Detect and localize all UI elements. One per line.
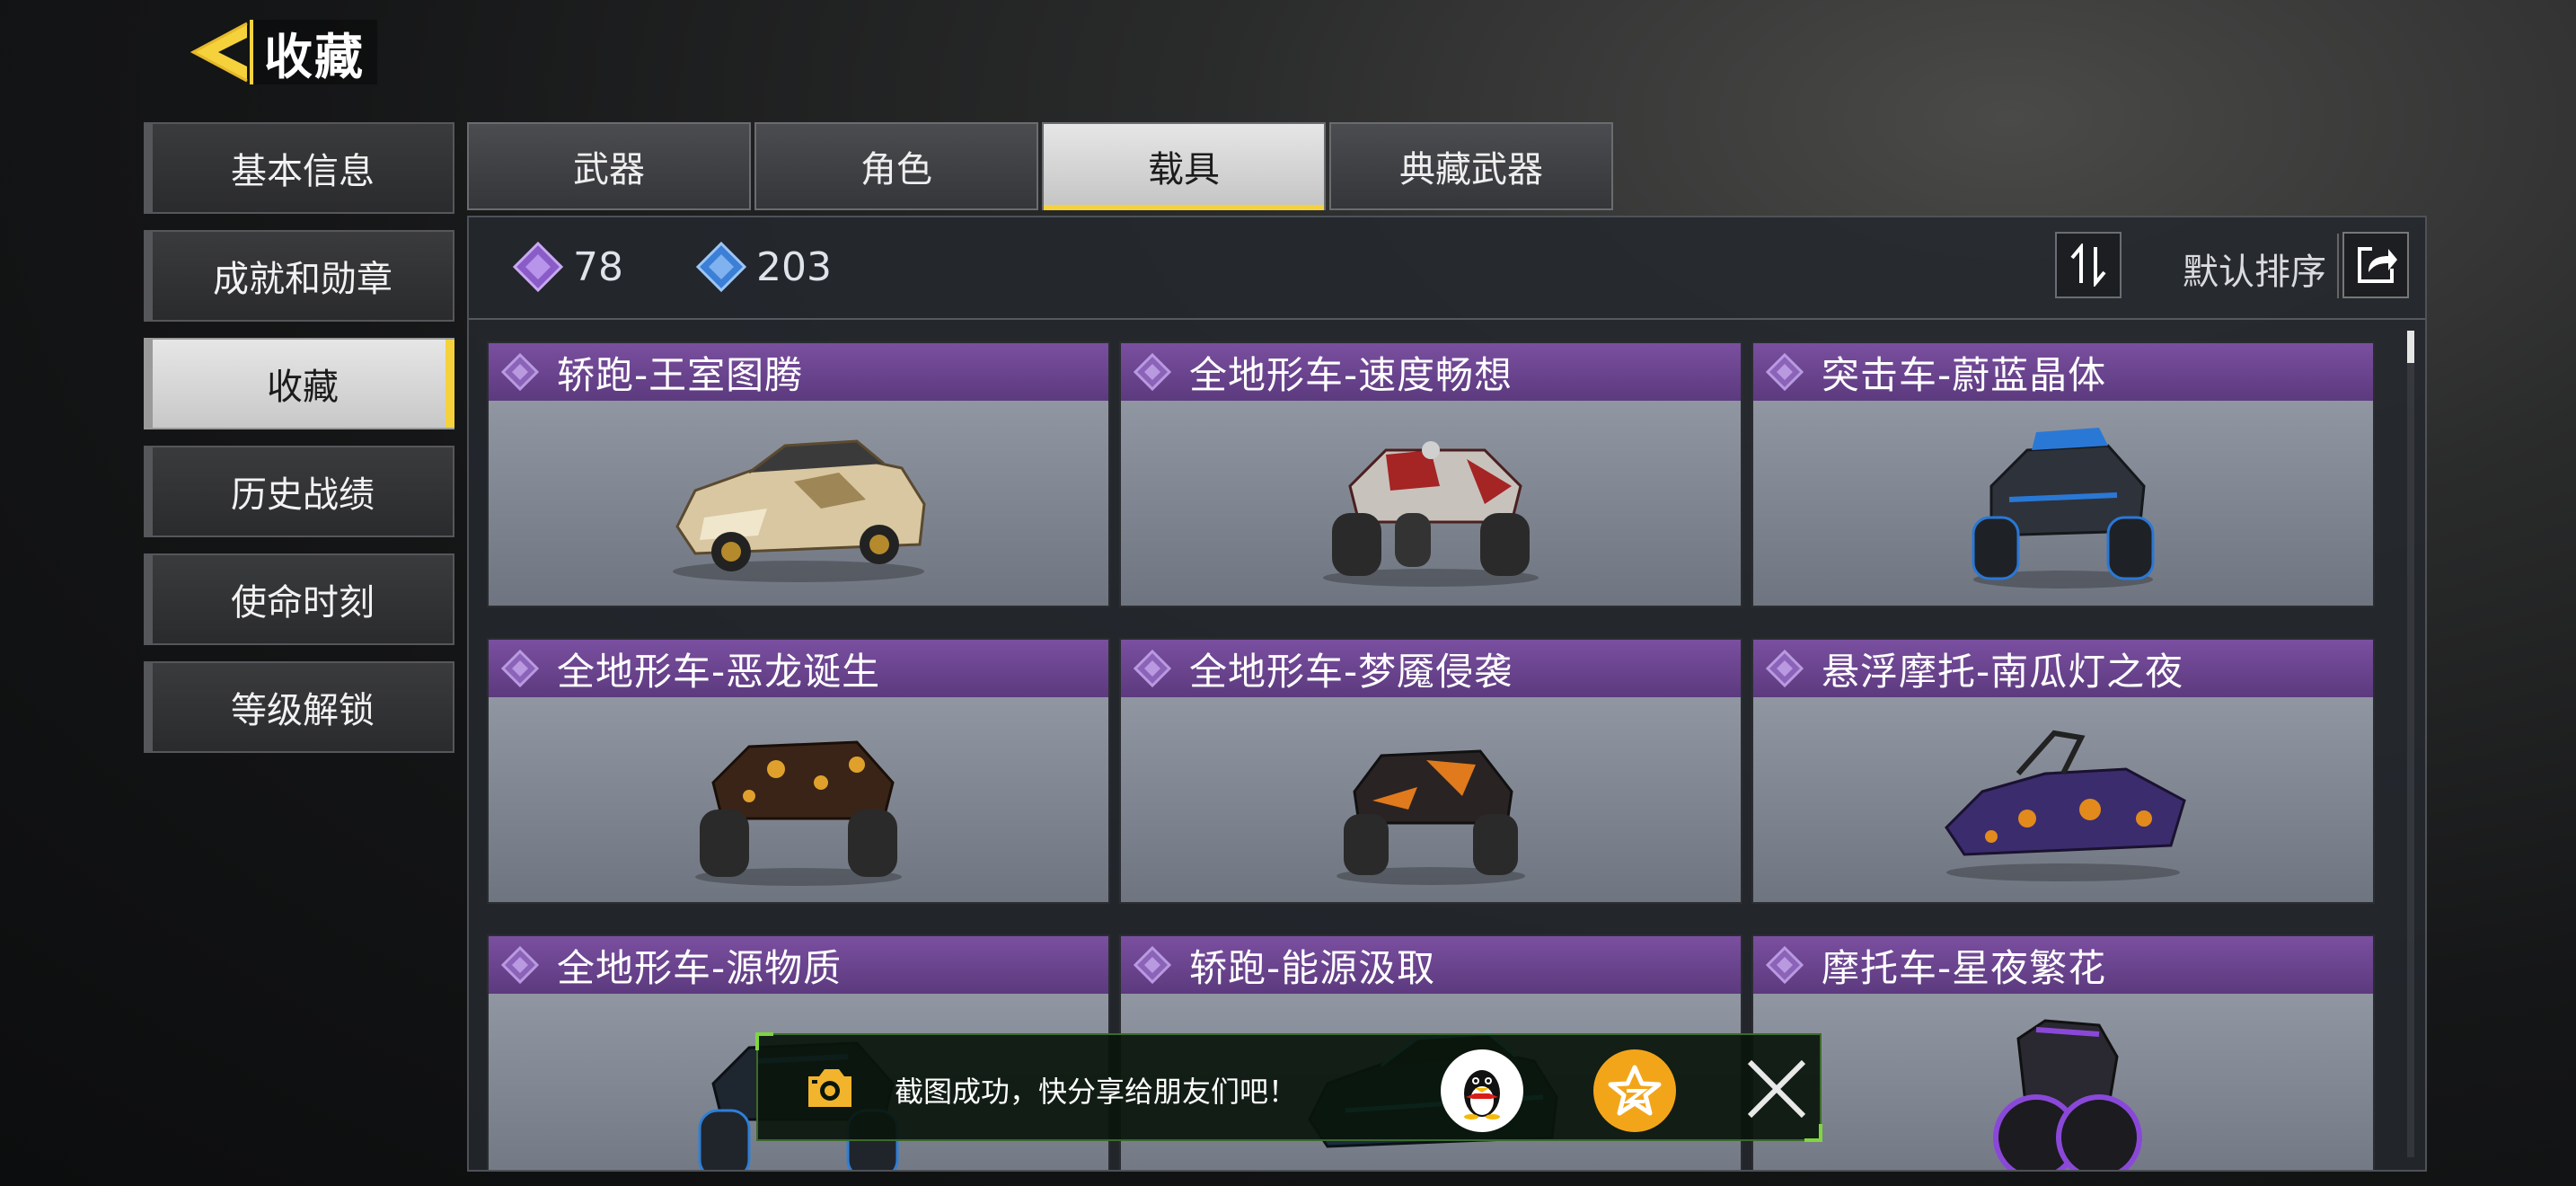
tab-label: 典藏武器	[1399, 149, 1543, 190]
sidebar-item-label: 历史战绩	[231, 474, 375, 516]
blue-diamond-icon	[695, 241, 747, 293]
sidebar-item-match-history[interactable]: 历史战绩	[144, 446, 454, 537]
vehicle-name: 悬浮摩托-南瓜灯之夜	[1822, 649, 2184, 694]
card-title-bar: 轿跑-能源汲取	[1121, 936, 1741, 994]
sidebar-item-label: 基本信息	[231, 151, 375, 192]
divider	[2337, 234, 2339, 298]
page-title-bar: 收藏	[250, 20, 377, 85]
card-title-bar: 摩托车-星夜繁花	[1753, 936, 2373, 994]
qq-penguin-icon	[1464, 1070, 1500, 1120]
sidebar-item-label: 使命时刻	[231, 582, 375, 624]
close-icon	[1747, 1059, 1806, 1119]
category-tabs: 武器 角色 载具 典藏武器	[467, 122, 1613, 210]
close-toast-button[interactable]	[1741, 1053, 1813, 1125]
sidebar-item-collection[interactable]: 收藏	[144, 338, 454, 429]
share-button[interactable]	[2342, 232, 2409, 298]
tab-characters[interactable]: 角色	[754, 122, 1038, 210]
atv-image	[1287, 697, 1575, 902]
tab-collector-weapons[interactable]: 典藏武器	[1329, 122, 1613, 210]
motorcycle-image	[1919, 994, 2207, 1170]
vehicle-name: 全地形车-速度畅想	[1189, 352, 1513, 397]
vehicle-card[interactable]: 全地形车-梦魇侵袭	[1119, 638, 1742, 904]
vehicle-card[interactable]: 全地形车-速度畅想	[1119, 341, 1742, 607]
sidebar-item-label: 等级解锁	[231, 690, 375, 731]
back-arrow-icon[interactable]	[184, 16, 256, 88]
rarity-diamond-icon	[501, 946, 539, 984]
hoverbike-image	[1919, 697, 2207, 902]
sidebar-item-achievements[interactable]: 成就和勋章	[144, 230, 454, 322]
vehicle-card[interactable]: 摩托车-星夜繁花	[1751, 934, 2375, 1170]
card-title-bar: 全地形车-源物质	[489, 936, 1108, 994]
card-title-bar: 轿跑-王室图腾	[489, 343, 1108, 401]
scrollbar-thumb[interactable]	[2407, 331, 2414, 363]
rarity-diamond-icon	[1766, 946, 1804, 984]
vehicle-name: 轿跑-王室图腾	[557, 352, 804, 397]
sidebar-item-label: 收藏	[267, 367, 339, 408]
vehicle-collection-panel: 78 203 默认排序 轿跑-王室图腾 全地形车-速度畅想 突击车-蔚蓝晶体 全…	[467, 216, 2427, 1172]
vehicle-name: 全地形车-源物质	[557, 945, 842, 990]
qq-share-button[interactable]	[1441, 1049, 1523, 1132]
share-icon	[2358, 247, 2397, 283]
camera-icon	[808, 1069, 851, 1107]
rarity-diamond-icon	[1766, 353, 1804, 391]
rarity-diamond-icon	[1134, 650, 1171, 687]
rarity-diamond-icon	[1134, 946, 1171, 984]
scrollbar[interactable]	[2407, 331, 2414, 1157]
card-title-bar: 突击车-蔚蓝晶体	[1753, 343, 2373, 401]
card-title-bar: 全地形车-速度畅想	[1121, 343, 1741, 401]
sidebar-item-duty-moments[interactable]: 使命时刻	[144, 553, 454, 645]
tab-vehicles[interactable]: 载具	[1042, 122, 1326, 210]
rarity-diamond-icon	[501, 353, 539, 391]
vehicle-name: 全地形车-梦魇侵袭	[1189, 649, 1513, 694]
blue-rarity-stat: 203	[695, 241, 832, 293]
qzone-share-button[interactable]	[1593, 1049, 1676, 1132]
tab-label: 载具	[1148, 149, 1220, 190]
assault-buggy-image	[1919, 401, 2207, 606]
atv-image	[655, 697, 942, 902]
sidebar-item-label: 成就和勋章	[213, 259, 393, 300]
sort-label[interactable]: 默认排序	[2183, 243, 2326, 295]
screenshot-share-toast: 截图成功，快分享给朋友们吧！	[755, 1032, 1822, 1142]
page-title: 收藏	[264, 28, 365, 85]
tab-weapons[interactable]: 武器	[467, 122, 751, 210]
vehicle-name: 轿跑-能源汲取	[1189, 945, 1436, 990]
purple-rarity-stat: 78	[512, 241, 623, 293]
tab-label: 武器	[573, 149, 645, 190]
sort-arrows-icon	[2070, 243, 2106, 287]
star-icon	[1608, 1065, 1662, 1116]
rarity-diamond-icon	[1766, 650, 1804, 687]
vehicle-name: 突击车-蔚蓝晶体	[1822, 352, 2107, 397]
purple-count: 78	[573, 243, 623, 290]
purple-diamond-icon	[512, 241, 564, 293]
toast-message: 截图成功，快分享给朋友们吧！	[895, 1075, 1298, 1109]
sidebar-item-level-unlocks[interactable]: 等级解锁	[144, 661, 454, 753]
blue-count: 203	[756, 243, 832, 290]
atv-image	[1287, 401, 1575, 606]
rarity-diamond-icon	[1134, 353, 1171, 391]
sports-car-image	[655, 401, 942, 606]
card-title-bar: 全地形车-梦魇侵袭	[1121, 640, 1741, 697]
vehicle-card[interactable]: 突击车-蔚蓝晶体	[1751, 341, 2375, 607]
card-title-bar: 悬浮摩托-南瓜灯之夜	[1753, 640, 2373, 697]
panel-header: 78 203 默认排序	[469, 217, 2425, 320]
vehicle-card[interactable]: 悬浮摩托-南瓜灯之夜	[1751, 638, 2375, 904]
vehicle-name: 全地形车-恶龙诞生	[557, 649, 881, 694]
vehicle-card[interactable]: 轿跑-王室图腾	[487, 341, 1110, 607]
sidebar: 基本信息 成就和勋章 收藏 历史战绩 使命时刻 等级解锁	[144, 122, 454, 769]
rarity-diamond-icon	[501, 650, 539, 687]
tab-label: 角色	[860, 149, 932, 190]
vehicle-name: 摩托车-星夜繁花	[1822, 945, 2107, 990]
vehicle-card[interactable]: 全地形车-恶龙诞生	[487, 638, 1110, 904]
card-title-bar: 全地形车-恶龙诞生	[489, 640, 1108, 697]
sidebar-item-basic-info[interactable]: 基本信息	[144, 122, 454, 214]
sort-toggle-button[interactable]	[2055, 232, 2122, 298]
